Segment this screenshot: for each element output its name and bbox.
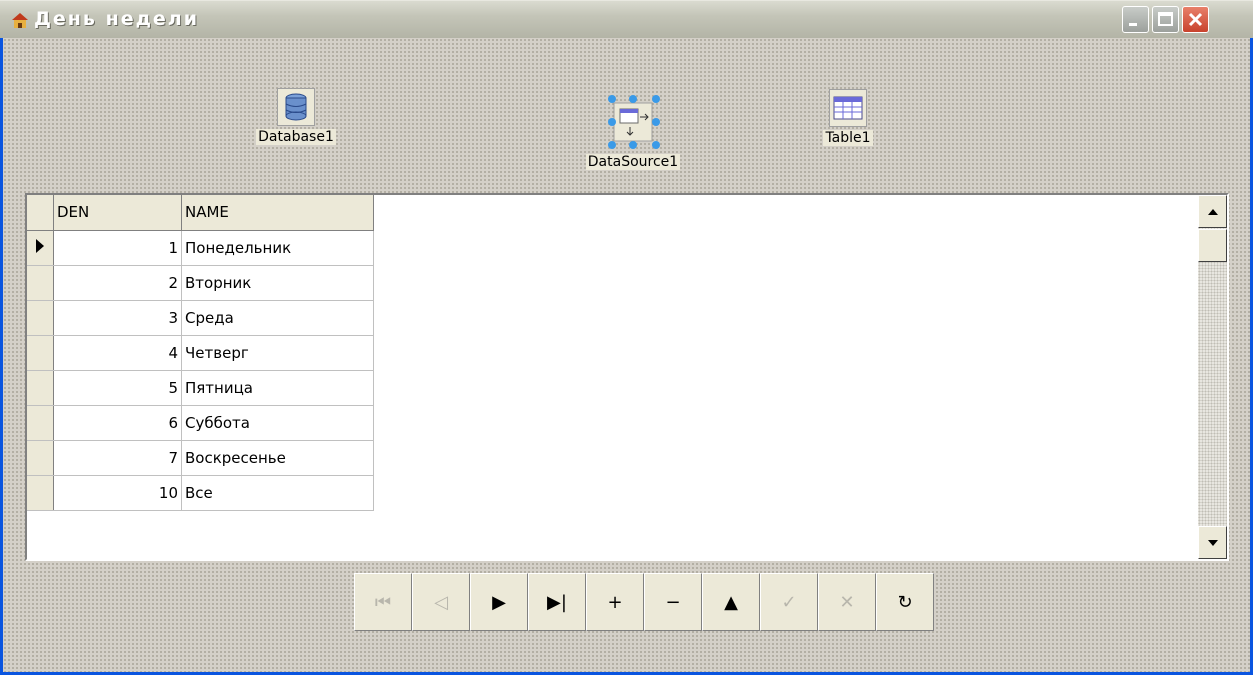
cell-name[interactable]: Четверг [181,335,374,371]
table-row[interactable]: 6 Суббота [27,405,374,441]
cell-den[interactable]: 10 [53,475,182,511]
cell-den[interactable]: 7 [53,440,182,476]
nav-last-icon: ▶| [547,591,567,613]
close-button[interactable] [1182,6,1209,33]
nav-last-button[interactable]: ▶| [528,573,586,631]
datasource-icon [604,93,662,151]
nav-delete-button[interactable]: − [644,573,702,631]
window-title: День недели [34,8,200,30]
table1-component[interactable]: Table1 [793,89,903,146]
table-row[interactable]: 2 Вторник [27,265,374,301]
nav-first-button[interactable]: ⏮ [354,573,412,631]
vertical-scrollbar[interactable] [1198,195,1227,559]
table-row[interactable]: 7 Воскресенье [27,440,374,476]
title-bar[interactable]: День недели [0,0,1253,38]
datasource1-component[interactable]: DataSource1 [563,93,703,170]
column-header-den[interactable]: DEN [53,195,182,231]
current-row-icon [36,238,44,253]
row-indicator[interactable] [27,440,54,476]
database1-component[interactable]: Database1 [241,88,351,145]
table-row[interactable]: 3 Среда [27,300,374,336]
maximize-button[interactable] [1152,6,1179,33]
nav-cancel-button[interactable]: ✕ [818,573,876,631]
db-navigator: ⏮ ◁ ▶ ▶| + − ▲ ✓ ✕ ↻ [354,573,934,631]
app-window: День недели Database1 DataSource1 Table1… [0,0,1253,675]
nav-insert-button[interactable]: + [586,573,644,631]
nav-prior-icon: ◁ [434,591,448,613]
cell-den[interactable]: 1 [53,230,182,266]
column-header-name[interactable]: NAME [181,195,374,231]
nav-delete-icon: − [665,591,681,613]
grid-table: DEN NAME 1 Понедельник 2 Вторник 3 Среда 4 Четв… [27,195,374,511]
grid-header-row: DEN NAME [27,195,374,231]
cell-name[interactable]: Вторник [181,265,374,301]
data-grid[interactable]: DEN NAME 1 Понедельник 2 Вторник 3 Среда 4 Четв… [25,193,1229,561]
table1-label: Table1 [823,130,873,146]
cell-den[interactable]: 2 [53,265,182,301]
nav-refresh-button[interactable]: ↻ [876,573,934,631]
maximize-icon [1158,12,1173,26]
cell-name[interactable]: Все [181,475,374,511]
arrow-down-icon [1207,539,1218,546]
nav-cancel-icon: ✕ [839,591,855,613]
nav-insert-icon: + [607,591,623,613]
form-client-area: Database1 DataSource1 Table1 DEN NAME 1 … [3,38,1250,672]
cell-den[interactable]: 4 [53,335,182,371]
cell-name[interactable]: Понедельник [181,230,374,266]
nav-post-icon: ✓ [781,591,797,613]
nav-edit-icon: ▲ [724,591,738,613]
table-row[interactable]: 1 Понедельник [27,230,374,266]
nav-post-button[interactable]: ✓ [760,573,818,631]
database-icon [277,88,315,126]
minimize-button[interactable] [1122,6,1149,33]
row-indicator[interactable] [27,405,54,441]
row-indicator[interactable] [27,230,54,266]
row-indicator[interactable] [27,300,54,336]
table-icon [829,89,867,127]
minimize-icon [1129,23,1137,26]
cell-name[interactable]: Пятница [181,370,374,406]
cell-den[interactable]: 5 [53,370,182,406]
header-indicator-cell [27,195,54,231]
row-indicator[interactable] [27,370,54,406]
arrow-up-icon [1207,208,1218,215]
row-indicator[interactable] [27,335,54,371]
table-row[interactable]: 5 Пятница [27,370,374,406]
cell-den[interactable]: 6 [53,405,182,441]
table-row[interactable]: 10 Все [27,475,374,511]
scroll-down-button[interactable] [1198,526,1227,559]
scroll-thumb[interactable] [1198,229,1227,262]
cell-name[interactable]: Воскресенье [181,440,374,476]
close-icon [1188,12,1203,27]
datasource1-label: DataSource1 [585,154,681,170]
row-indicator[interactable] [27,475,54,511]
database1-label: Database1 [256,129,336,145]
scroll-up-button[interactable] [1198,195,1227,228]
nav-next-icon: ▶ [492,591,506,613]
nav-edit-button[interactable]: ▲ [702,573,760,631]
cell-name[interactable]: Среда [181,300,374,336]
row-indicator[interactable] [27,265,54,301]
cell-den[interactable]: 3 [53,300,182,336]
nav-next-button[interactable]: ▶ [470,573,528,631]
nav-prior-button[interactable]: ◁ [412,573,470,631]
nav-refresh-icon: ↻ [897,591,913,613]
cell-name[interactable]: Суббота [181,405,374,441]
app-icon [12,13,28,28]
table-row[interactable]: 4 Четверг [27,335,374,371]
nav-first-icon: ⏮ [374,591,392,613]
